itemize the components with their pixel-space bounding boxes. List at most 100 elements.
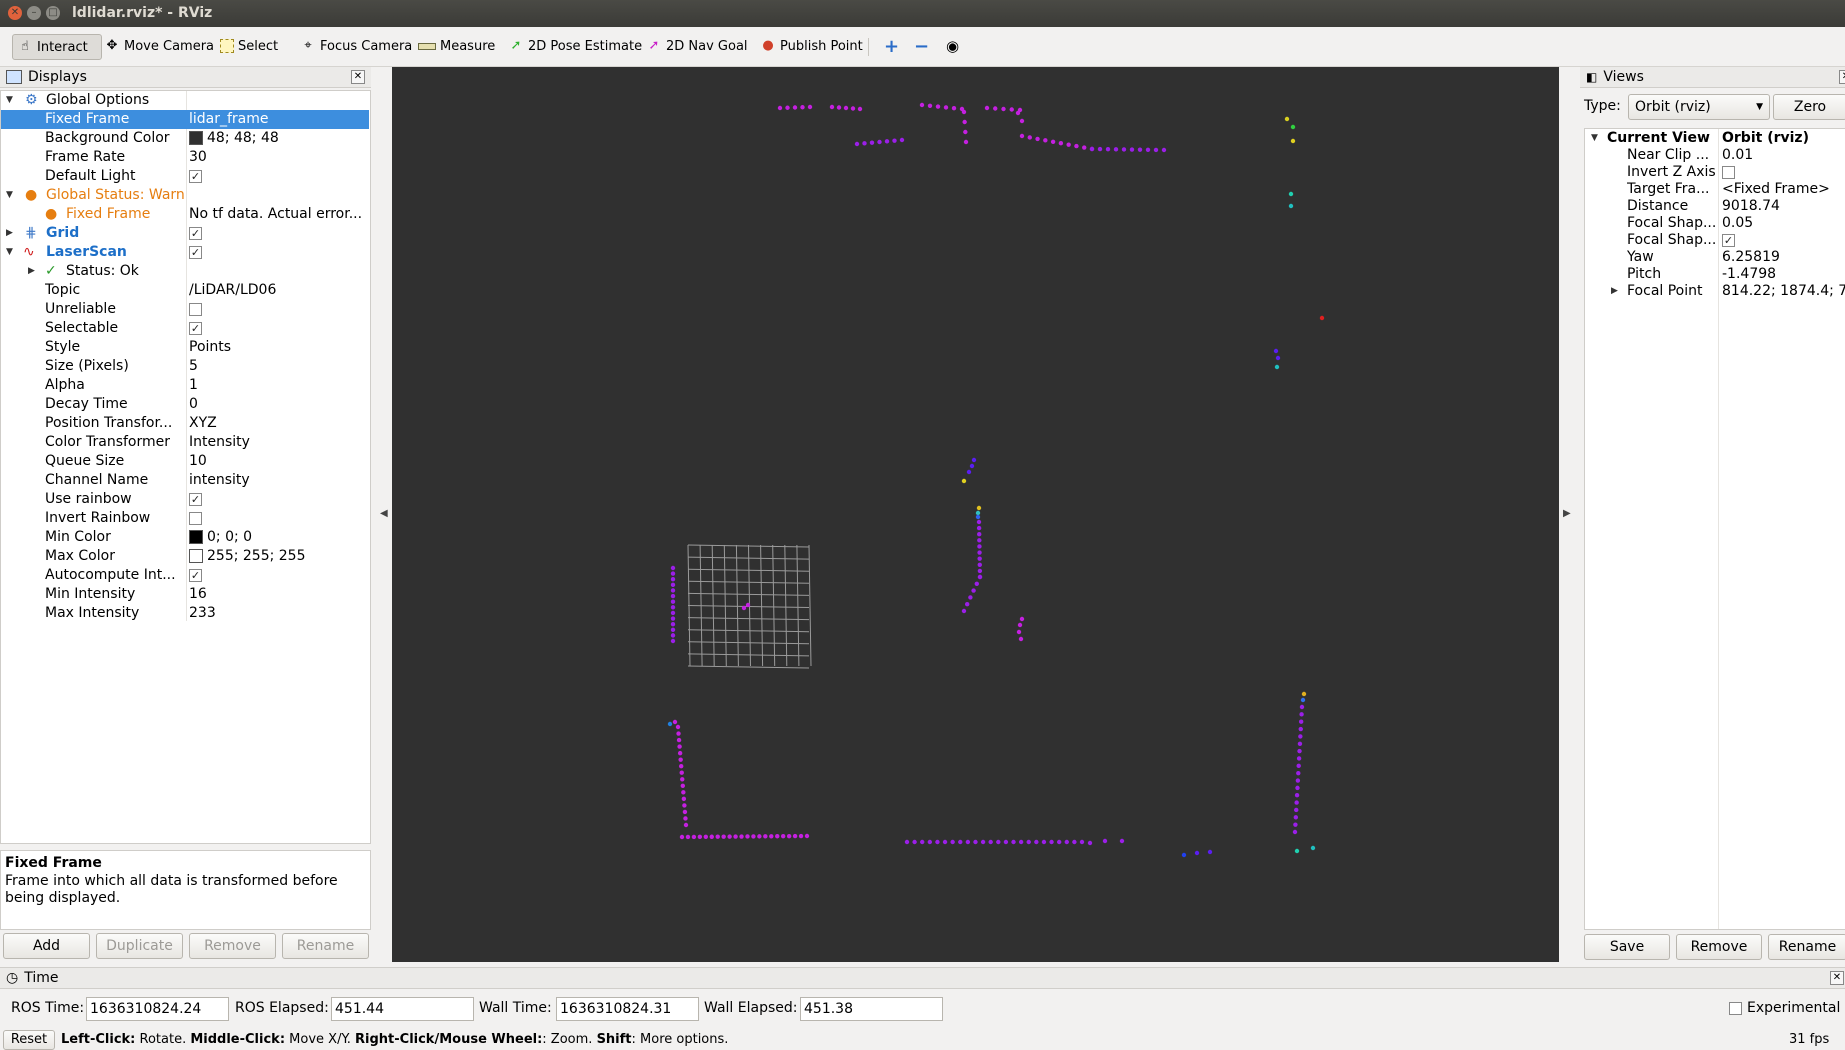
tree-row-fixed-frame[interactable]: Fixed Frame lidar_frame xyxy=(1,110,369,129)
collapse-right-icon[interactable]: ▶ xyxy=(1563,508,1571,519)
add-button[interactable]: Add xyxy=(3,933,90,959)
scan-point xyxy=(727,834,732,839)
close-icon[interactable]: ✕ xyxy=(1830,971,1844,985)
tree-row-use-rainbow[interactable]: Use rainbow ✓ xyxy=(1,490,369,509)
tree-row-laserscan[interactable]: ▼ ∿ LaserScan ✓ xyxy=(1,243,369,262)
tree-row-color-transformer[interactable]: Color Transformer Intensity xyxy=(1,433,369,452)
close-icon[interactable]: ✕ xyxy=(8,6,22,20)
experimental-checkbox[interactable] xyxy=(1729,1002,1742,1015)
checkbox-checked[interactable]: ✓ xyxy=(189,321,202,335)
tree-row-decay-time[interactable]: Decay Time 0 xyxy=(1,395,369,414)
scan-point xyxy=(1296,770,1301,776)
tree-row-style[interactable]: Style Points xyxy=(1,338,369,357)
tree-row-invert-rainbow[interactable]: Invert Rainbow xyxy=(1,509,369,528)
scan-point xyxy=(963,139,969,145)
expand-down-icon[interactable]: ▼ xyxy=(6,91,13,110)
tree-row-frame-rate[interactable]: Frame Rate 30 xyxy=(1,148,369,167)
expand-down-icon[interactable]: ▼ xyxy=(6,186,13,205)
tree-row-max-intensity[interactable]: Max Intensity 233 xyxy=(1,604,369,623)
pose-estimate-button[interactable]: ➚ 2D Pose Estimate xyxy=(504,34,646,58)
checkbox-checked[interactable]: ✓ xyxy=(189,245,202,259)
expand-down-icon[interactable]: ▼ xyxy=(6,243,13,262)
close-icon[interactable]: ✕ xyxy=(1839,70,1845,84)
tree-row-channel-name[interactable]: Channel Name intensity xyxy=(1,471,369,490)
tree-row-global-options[interactable]: ▼ ⚙ Global Options xyxy=(1,91,369,110)
tree-row-topic[interactable]: Topic /LiDAR/LD06 xyxy=(1,281,369,300)
tree-row-global-status[interactable]: ▼ ● Global Status: Warn xyxy=(1,186,369,205)
rename-view-button[interactable]: Rename xyxy=(1768,934,1845,960)
tree-row-default-light[interactable]: Default Light ✓ xyxy=(1,167,369,186)
scan-point xyxy=(1295,778,1301,783)
expand-right-icon[interactable]: ▶ xyxy=(6,224,13,243)
wall-elapsed-field[interactable]: 451.38 xyxy=(800,997,943,1021)
view-row-focal-point[interactable]: ▶ Focal Point 814.22; 1874.4; 70 xyxy=(1585,282,1845,301)
tree-row-unreliable[interactable]: Unreliable xyxy=(1,300,369,319)
tree-row-alpha[interactable]: Alpha 1 xyxy=(1,376,369,395)
minimize-icon[interactable]: – xyxy=(27,6,41,20)
ros-elapsed-field[interactable]: 451.44 xyxy=(331,997,474,1021)
scan-point xyxy=(977,574,983,580)
maximize-icon[interactable]: □ xyxy=(46,6,60,20)
render-viewport[interactable] xyxy=(392,67,1559,962)
scan-point xyxy=(1113,147,1119,152)
expand-right-icon[interactable]: ▶ xyxy=(1611,282,1618,301)
scan-point xyxy=(1050,139,1056,144)
scan-point xyxy=(1292,829,1298,835)
tree-row-selectable[interactable]: Selectable ✓ xyxy=(1,319,369,338)
eye-icon[interactable]: ◉ xyxy=(942,34,963,58)
view-type-select[interactable]: Orbit (rviz) ▼ xyxy=(1628,94,1770,120)
ros-elapsed-label: ROS Elapsed: xyxy=(235,1000,329,1016)
ros-time-field[interactable]: 1636310824.24 xyxy=(86,997,229,1021)
focus-camera-button[interactable]: ⌖ Focus Camera xyxy=(296,34,416,58)
scan-point xyxy=(943,105,949,110)
checkbox-unchecked[interactable] xyxy=(1722,165,1735,179)
tree-row-min-intensity[interactable]: Min Intensity 16 xyxy=(1,585,369,604)
scan-point xyxy=(682,803,687,808)
collapse-left-icon[interactable]: ◀ xyxy=(380,508,388,519)
save-view-button[interactable]: Save xyxy=(1584,934,1670,960)
duplicate-button[interactable]: Duplicate xyxy=(96,933,183,959)
close-icon[interactable]: ✕ xyxy=(351,70,365,84)
tree-row-autocompute[interactable]: Autocompute Int... ✓ xyxy=(1,566,369,585)
checkbox-unchecked[interactable] xyxy=(189,302,202,316)
measure-button[interactable]: Measure xyxy=(414,34,499,58)
interact-button[interactable]: ☝ Interact xyxy=(12,34,102,60)
checkbox-checked[interactable]: ✓ xyxy=(189,226,202,240)
expand-right-icon[interactable]: ▶ xyxy=(28,262,35,281)
wall-time-field[interactable]: 1636310824.31 xyxy=(556,997,699,1021)
tree-row-fixed-frame-status[interactable]: ● Fixed Frame No tf data. Actual error..… xyxy=(1,205,369,224)
scan-point xyxy=(899,137,905,143)
scan-point xyxy=(1074,143,1079,149)
zero-button[interactable]: Zero xyxy=(1773,94,1845,120)
tree-row-max-color[interactable]: Max Color 255; 255; 255 xyxy=(1,547,369,566)
scan-point xyxy=(919,102,925,108)
select-button[interactable]: Select xyxy=(216,34,282,58)
checkbox-checked[interactable]: ✓ xyxy=(189,492,202,506)
remove-view-button[interactable]: Remove xyxy=(1676,934,1762,960)
reset-button[interactable]: Reset xyxy=(3,1030,55,1050)
move-camera-button[interactable]: ✥ Move Camera xyxy=(100,34,218,58)
tree-row-status-ok[interactable]: ▶ ✓ Status: Ok xyxy=(1,262,369,281)
checkbox-checked[interactable]: ✓ xyxy=(1722,233,1735,247)
tree-row-grid[interactable]: ▶ ⋕ Grid ✓ xyxy=(1,224,369,243)
remove-tool-icon[interactable]: − xyxy=(910,34,933,58)
displays-tree: ▼ ⚙ Global Options Fixed Frame lidar_fra… xyxy=(0,90,371,844)
scan-point xyxy=(869,140,875,145)
nav-goal-button[interactable]: ➚ 2D Nav Goal xyxy=(642,34,752,58)
checkbox-checked[interactable]: ✓ xyxy=(189,169,202,183)
publish-point-button[interactable]: ● Publish Point xyxy=(756,34,867,58)
remove-button[interactable]: Remove xyxy=(189,933,276,959)
rename-button[interactable]: Rename xyxy=(282,933,369,959)
tree-row-size[interactable]: Size (Pixels) 5 xyxy=(1,357,369,376)
scan-point xyxy=(977,562,982,567)
checkbox-checked[interactable]: ✓ xyxy=(189,568,202,582)
tree-row-min-color[interactable]: Min Color 0; 0; 0 xyxy=(1,528,369,547)
tree-row-queue-size[interactable]: Queue Size 10 xyxy=(1,452,369,471)
window-title: ldlidar.rviz* - RViz xyxy=(72,5,213,21)
scan-point xyxy=(976,519,982,525)
tree-row-background-color[interactable]: Background Color 48; 48; 48 xyxy=(1,129,369,148)
tree-row-position-transformer[interactable]: Position Transfor... XYZ xyxy=(1,414,369,433)
add-tool-icon[interactable]: + xyxy=(880,34,903,58)
warning-icon: ● xyxy=(45,206,58,222)
checkbox-unchecked[interactable] xyxy=(189,511,202,525)
